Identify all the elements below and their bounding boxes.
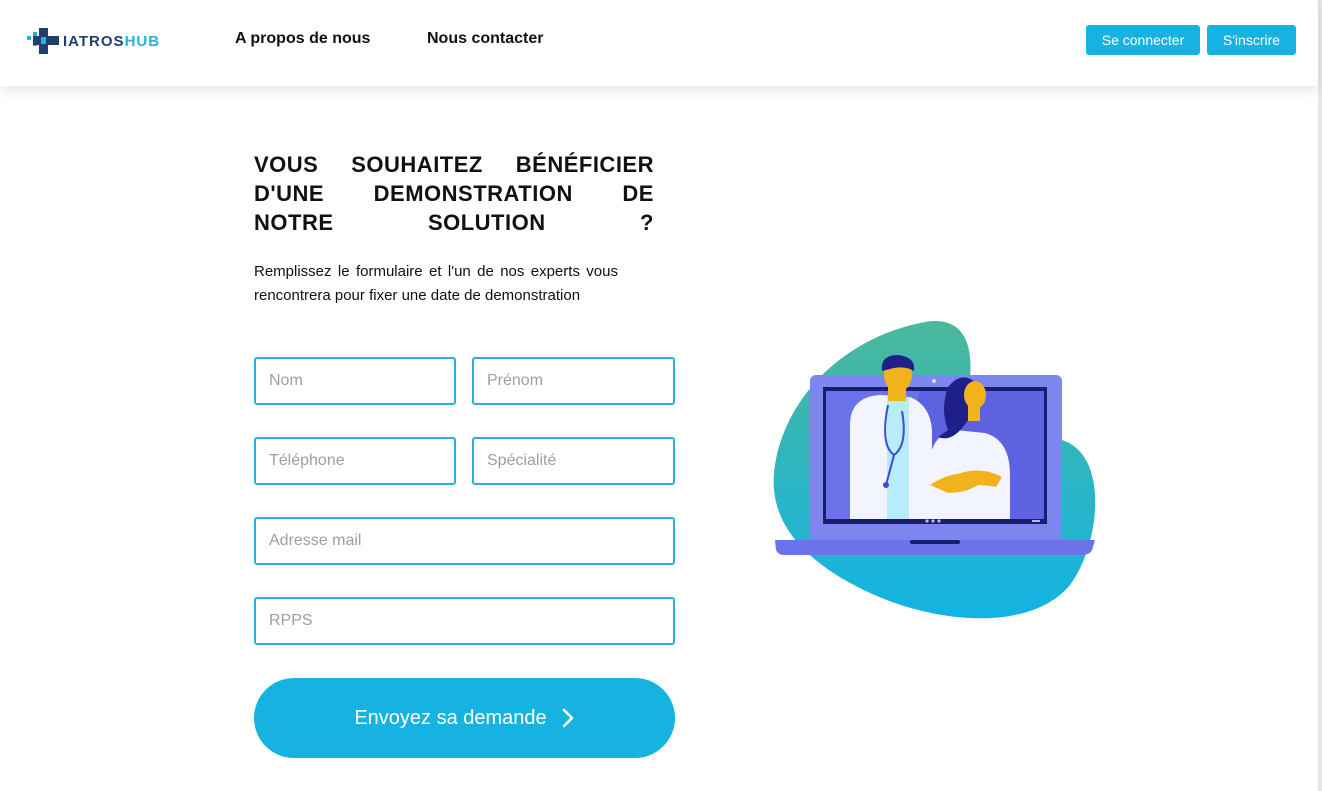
logo-text: IATROSHUB xyxy=(63,32,161,50)
submit-label: Envoyez sa demande xyxy=(354,706,547,729)
login-button[interactable]: Se connecter xyxy=(1086,25,1200,55)
telephone-input[interactable] xyxy=(254,437,456,485)
logo-cross-icon xyxy=(27,28,59,54)
scrollbar-edge xyxy=(1318,0,1322,791)
nav-contact-link[interactable]: Nous contacter xyxy=(427,30,543,48)
prenom-input[interactable] xyxy=(472,357,675,405)
signup-button[interactable]: S'inscrire xyxy=(1207,25,1296,55)
doctors-laptop-illustration xyxy=(773,320,1096,619)
rpps-input[interactable] xyxy=(254,597,675,645)
email-input[interactable] xyxy=(254,517,675,565)
page-title: VOUS SOUHAITEZ BÉNÉFICIER D'UNE DEMONSTR… xyxy=(254,152,654,235)
specialite-input[interactable] xyxy=(472,437,675,485)
chevron-right-icon xyxy=(562,708,573,728)
nav-about-link[interactable]: A propos de nous xyxy=(235,30,370,48)
logo[interactable]: IATROSHUB xyxy=(27,26,160,56)
submit-button[interactable]: Envoyez sa demande xyxy=(254,678,675,758)
nom-input[interactable] xyxy=(254,357,456,405)
page-subtitle: Remplissez le formulaire et l'un de nos … xyxy=(254,263,618,304)
top-header: IATROSHUB A propos de nous Nous contacte… xyxy=(0,0,1318,86)
